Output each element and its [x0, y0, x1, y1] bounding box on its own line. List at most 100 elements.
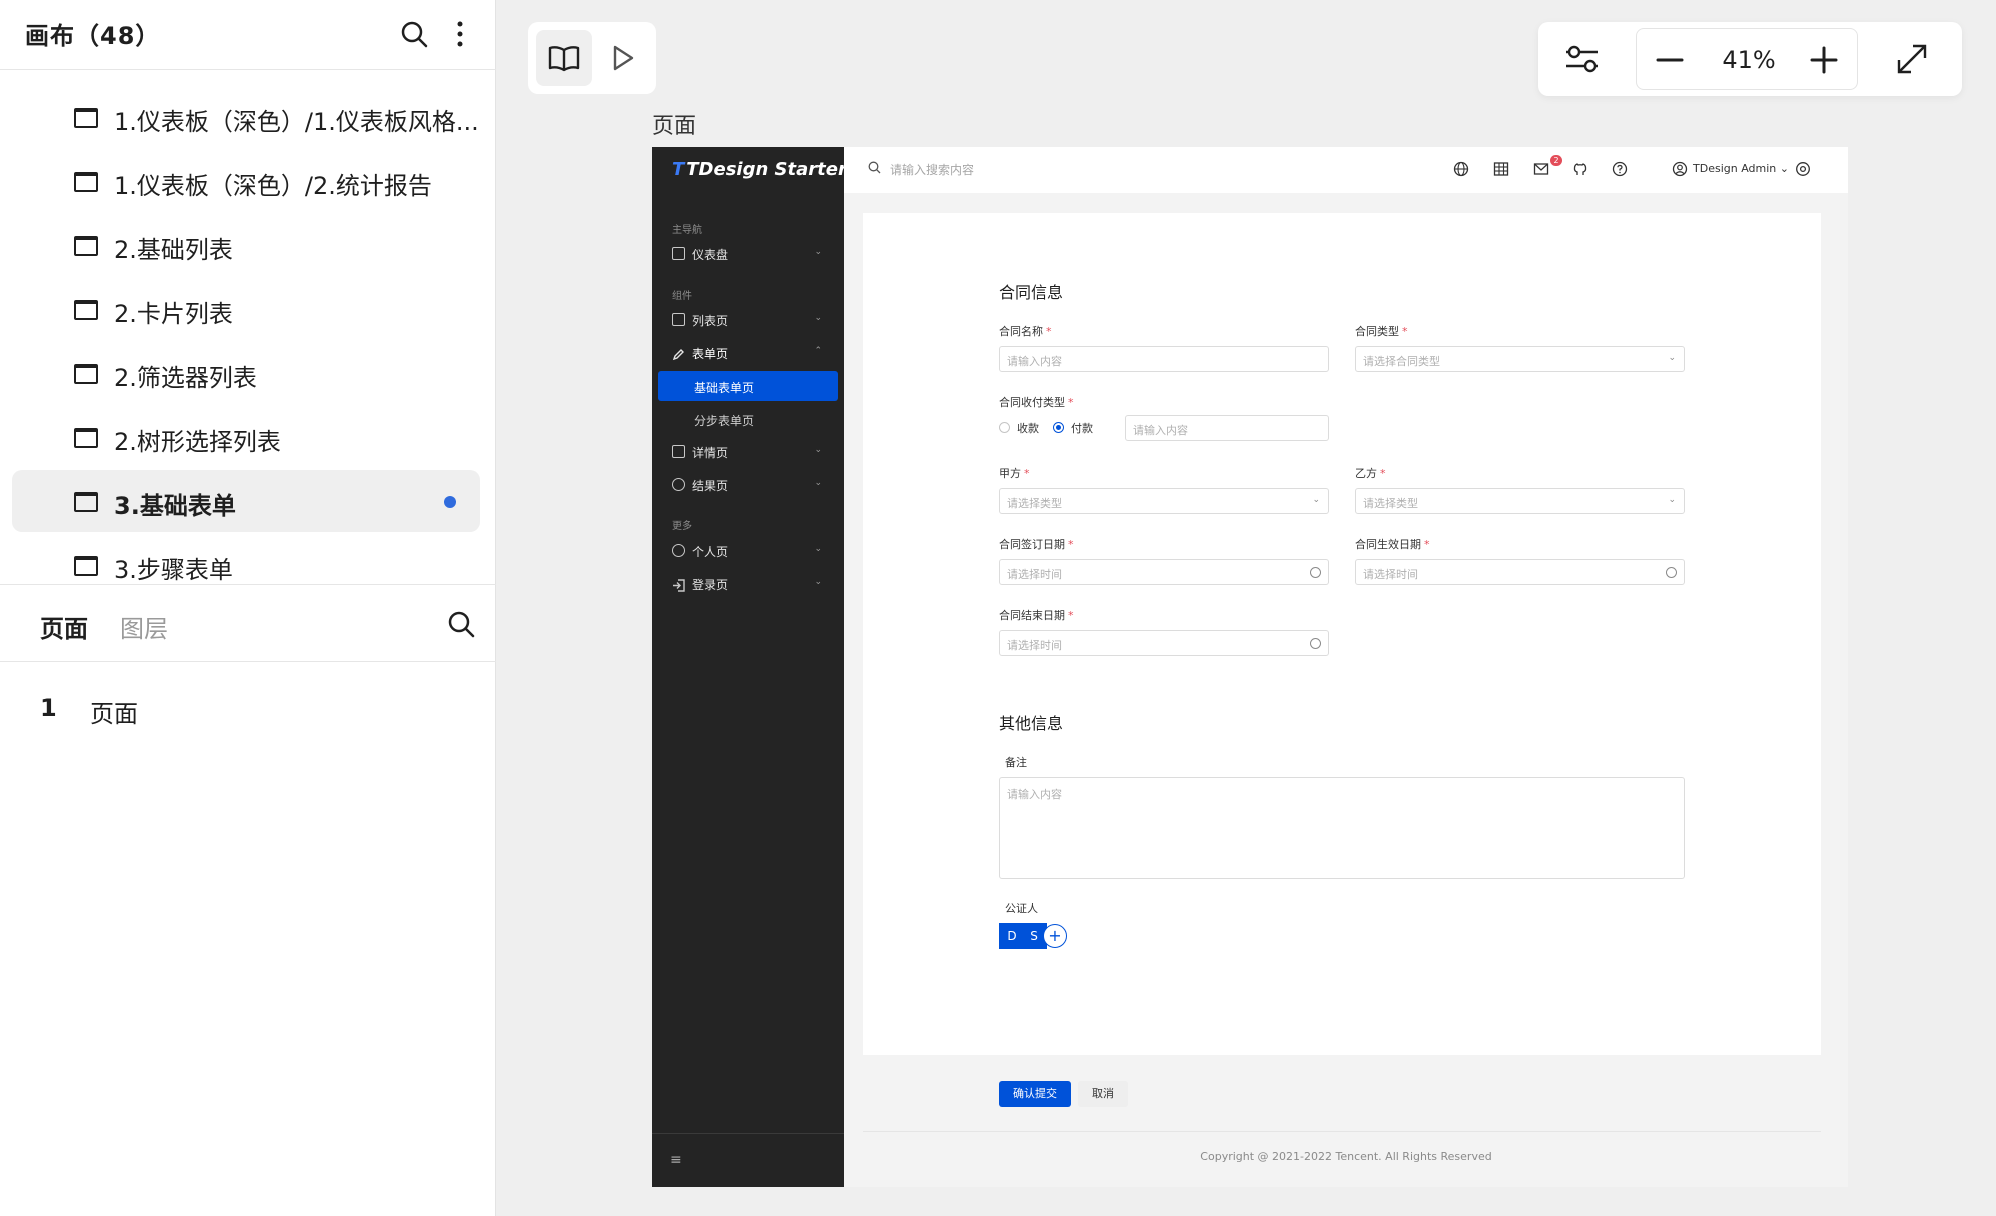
tab-pages[interactable]: 页面 [40, 609, 88, 644]
cancel-button[interactable]: 取消 [1078, 1081, 1128, 1107]
user-icon[interactable] [1672, 161, 1688, 177]
zoom-out-icon[interactable] [1647, 37, 1693, 83]
chevron-down-icon: ⌄ [814, 478, 822, 488]
user-menu[interactable]: TDesign Admin ⌄ [1693, 162, 1789, 175]
chevron-down-icon: ⌄ [814, 313, 822, 323]
nav-item-result[interactable]: 结果页 ⌄ [658, 469, 836, 499]
search-icon[interactable] [396, 16, 432, 52]
search-icon[interactable] [444, 607, 478, 641]
sign-date-picker[interactable]: 请选择时间 [999, 559, 1329, 585]
effective-date-picker[interactable]: 请选择时间 [1355, 559, 1685, 585]
party-b-label: 乙方 * [1355, 467, 1386, 480]
canvas-item[interactable]: 3.步骤表单 [12, 534, 480, 582]
canvas-item[interactable]: 1.仪表板（深色）/1.仪表板风格... [12, 86, 480, 148]
party-a-label: 甲方 * [999, 467, 1030, 480]
contract-name-label: 合同名称 * [999, 325, 1052, 338]
nav-item-form-basic[interactable]: 基础表单页 [658, 371, 838, 401]
canvas-item-selected[interactable]: 3.基础表单 [12, 470, 480, 532]
layers-panel: 画布（48） 1.仪表板（深色）/1.仪表板风格... 1.仪表板（深色）/2.… [0, 0, 496, 1216]
nav-item-login[interactable]: 登录页 ⌄ [658, 568, 836, 598]
chevron-down-icon: ⌄ [1312, 495, 1320, 505]
clock-icon [1310, 567, 1321, 578]
page-name: 页面 [90, 700, 138, 728]
nav-item-user[interactable]: 个人页 ⌄ [658, 535, 836, 565]
canvas-item[interactable]: 2.基础列表 [12, 214, 480, 276]
nav-item-dashboard[interactable]: 仪表盘 ⌄ [658, 238, 836, 268]
sign-date-label: 合同签订日期 * [999, 538, 1074, 551]
play-icon[interactable] [598, 30, 648, 86]
submit-button[interactable]: 确认提交 [999, 1081, 1071, 1107]
zoom-in-icon[interactable] [1801, 37, 1847, 83]
nav-item-detail[interactable]: 详情页 ⌄ [658, 436, 836, 466]
help-icon[interactable] [1612, 161, 1628, 177]
nav-item-list[interactable]: 列表页 ⌄ [658, 304, 836, 334]
contract-type-label: 合同类型 * [1355, 325, 1408, 338]
canvas-title: 画布（48） [25, 22, 161, 50]
radio-pay[interactable] [1053, 422, 1064, 433]
canvas-item[interactable]: 2.树形选择列表 [12, 406, 480, 468]
page-number: 1 [40, 694, 57, 722]
user-circle-icon [672, 544, 685, 557]
chevron-up-icon: ⌃ [814, 346, 822, 356]
nav-group-label: 主导航 [672, 225, 702, 236]
add-notary-icon[interactable]: + [1043, 924, 1067, 948]
effective-date-label: 合同生效日期 * [1355, 538, 1430, 551]
payment-amount-input[interactable]: 请输入内容 [1125, 415, 1329, 441]
end-date-label: 合同结束日期 * [999, 609, 1074, 622]
canvas-item-label: 2.卡片列表 [114, 300, 233, 328]
chevron-down-icon: ⌄ [814, 544, 822, 554]
collapse-menu-icon[interactable]: ≡ [670, 1152, 682, 1168]
globe-icon[interactable] [1453, 161, 1469, 177]
contract-type-select[interactable]: 请选择合同类型 ⌄ [1355, 346, 1685, 372]
radio-receive[interactable] [999, 422, 1010, 433]
canvas-item-label: 2.基础列表 [114, 236, 233, 264]
chevron-down-icon: ⌄ [814, 445, 822, 455]
zoom-toolbar: 41% [1538, 22, 1962, 96]
sidebar-footer: ≡ [652, 1133, 844, 1187]
canvas-item[interactable]: 1.仪表板（深色）/2.统计报告 [12, 150, 480, 212]
footer-divider [863, 1131, 1821, 1132]
github-icon[interactable] [1572, 161, 1588, 177]
canvas-item[interactable]: 2.筛选器列表 [12, 342, 480, 404]
remark-textarea[interactable]: 请输入内容 [999, 777, 1685, 879]
app-logo[interactable]: T TDesign Starter [672, 159, 847, 180]
notification-badge: 2 [1550, 155, 1562, 166]
copyright-footer: Copyright @ 2021-2022 Tencent. All Right… [1200, 1150, 1492, 1163]
zoom-level[interactable]: 41% [1709, 46, 1789, 74]
frame-icon [74, 108, 98, 128]
canvas-item-label: 2.筛选器列表 [114, 364, 257, 392]
header-search-input[interactable]: 请输入搜索内容 [890, 161, 974, 178]
artboard[interactable]: T TDesign Starter 主导航 仪表盘 ⌄ 组件 列表页 ⌄ 表单页 … [652, 147, 1848, 1187]
tab-layers[interactable]: 图层 [120, 609, 168, 644]
canvas-item-label: 2.树形选择列表 [114, 428, 281, 456]
more-vertical-icon[interactable] [446, 16, 474, 52]
frame-icon [74, 172, 98, 192]
page-list-item[interactable]: 1 页面 [0, 690, 496, 730]
grid-icon[interactable] [1493, 161, 1509, 177]
frame-label: 页面 [652, 114, 697, 139]
end-date-picker[interactable]: 请选择时间 [999, 630, 1329, 656]
canvas-list: 1.仪表板（深色）/1.仪表板风格... 1.仪表板（深色）/2.统计报告 2.… [0, 86, 496, 582]
detail-icon [672, 445, 685, 458]
canvas-item-label: 3.步骤表单 [114, 556, 233, 582]
party-b-select[interactable]: 请选择类型 ⌄ [1355, 488, 1685, 514]
search-icon[interactable] [868, 161, 881, 174]
nav-item-form-step[interactable]: 分步表单页 [658, 404, 838, 434]
party-a-select[interactable]: 请选择类型 ⌄ [999, 488, 1329, 514]
payment-type-label: 合同收付类型 * [999, 396, 1074, 409]
clock-icon [1666, 567, 1677, 578]
canvas-item-label: 1.仪表板（深色）/2.统计报告 [114, 172, 432, 200]
mail-icon[interactable] [1533, 161, 1549, 177]
radio-receive-label: 收款 [1017, 422, 1039, 435]
canvas-item[interactable]: 2.卡片列表 [12, 278, 480, 340]
dashboard-icon [672, 247, 685, 260]
settings-icon[interactable] [1795, 161, 1811, 177]
login-icon [672, 577, 685, 592]
nav-item-form[interactable]: 表单页 ⌃ [658, 337, 836, 367]
contract-name-input[interactable]: 请输入内容 [999, 346, 1329, 372]
frame-icon [74, 492, 98, 512]
fullscreen-icon[interactable] [1888, 36, 1936, 82]
canvas-item-label: 1.仪表板（深色）/1.仪表板风格... [114, 108, 479, 136]
adjust-settings-icon[interactable] [1558, 36, 1606, 82]
book-icon[interactable] [536, 30, 592, 86]
